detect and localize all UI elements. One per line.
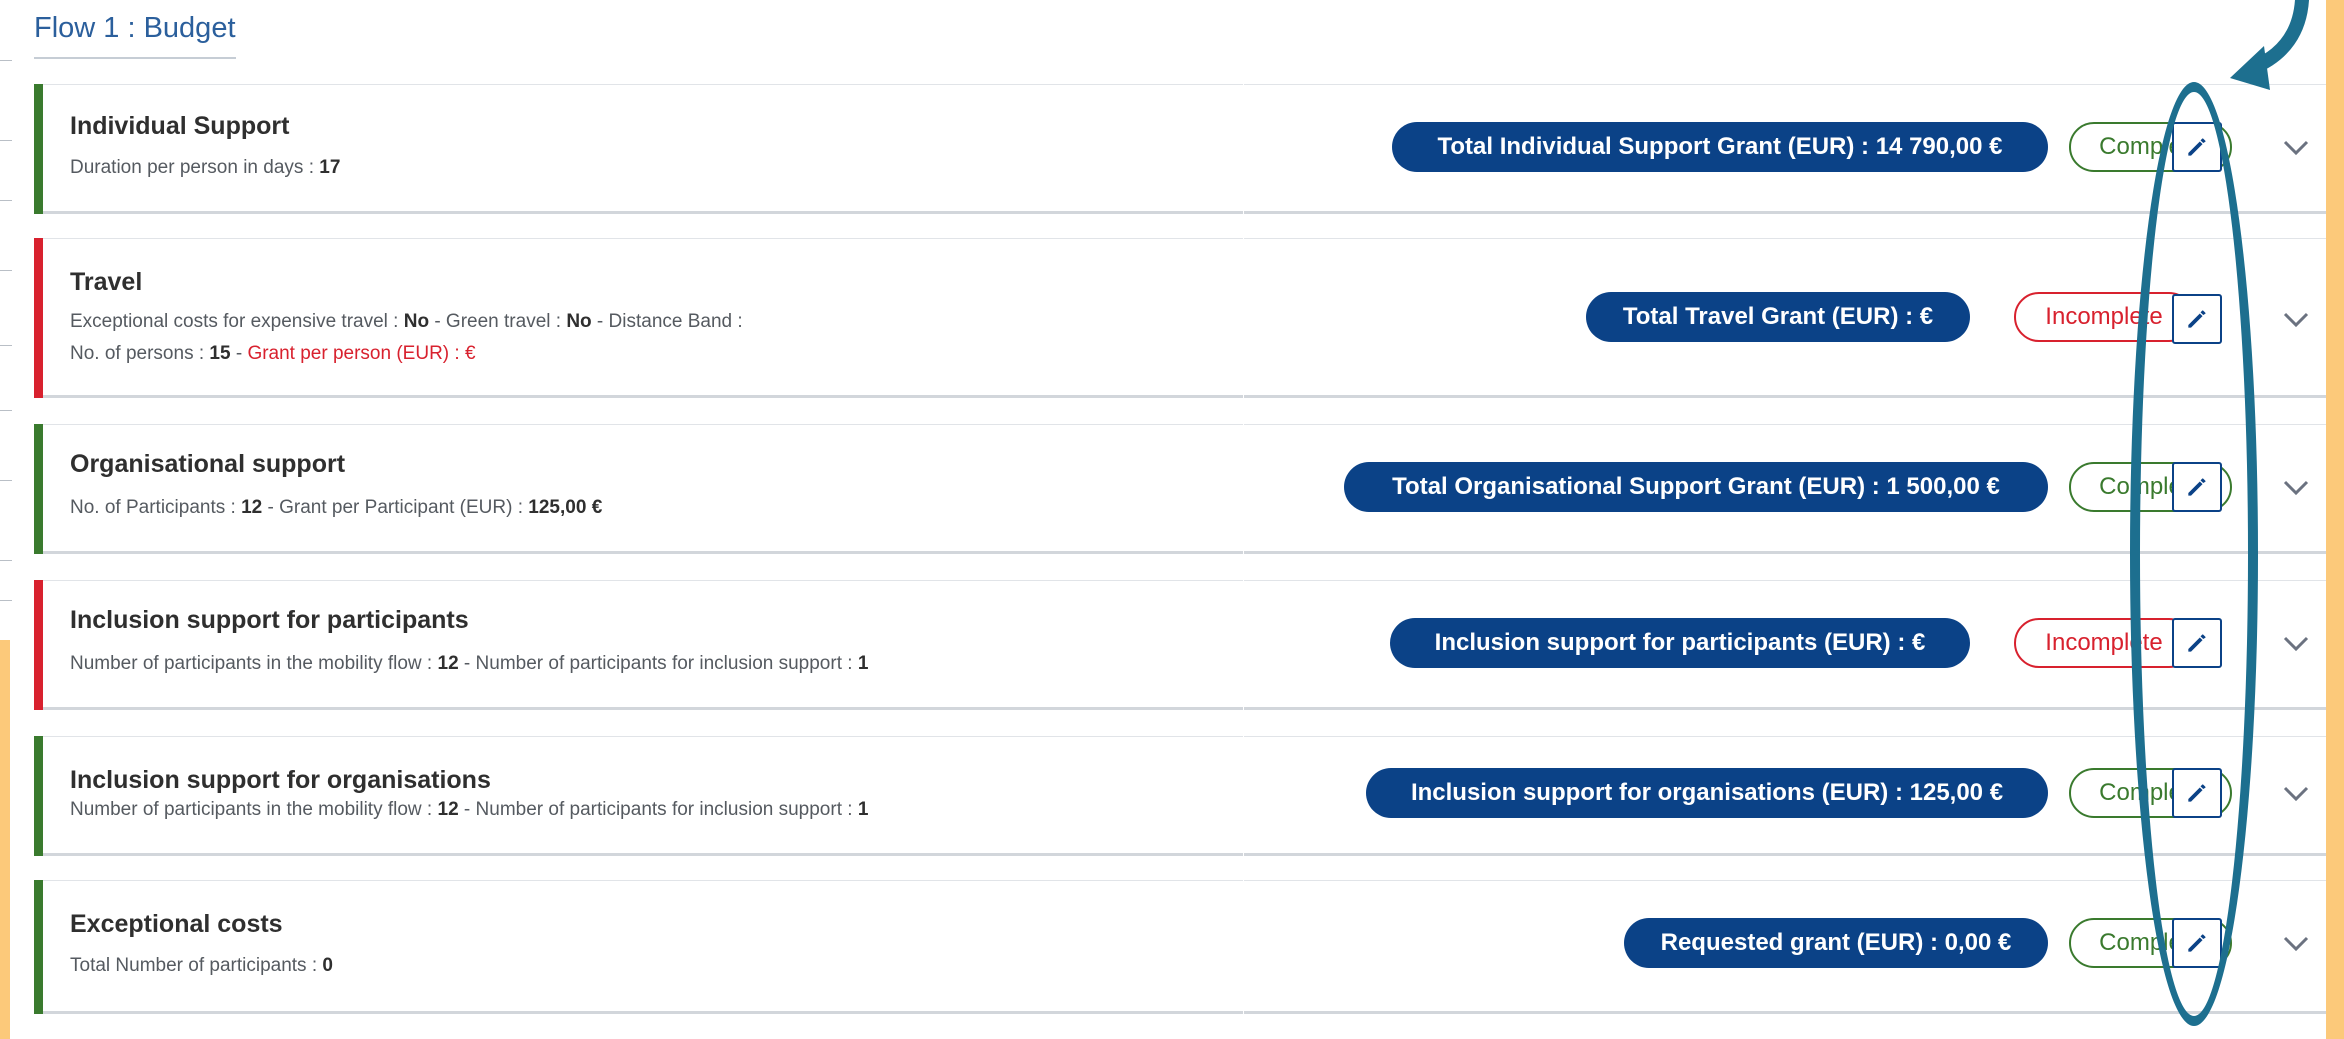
edit-button-individual-support[interactable]: [2172, 122, 2222, 172]
chevron-down-icon: [2283, 312, 2309, 328]
row-title: Travel: [70, 268, 143, 296]
detail-label: - Green travel :: [429, 311, 567, 332]
detail-value: 17: [319, 157, 341, 178]
detail-label: No. of persons :: [70, 343, 210, 364]
detail-label: Duration per person in days :: [70, 157, 320, 178]
status-bar: [34, 580, 43, 710]
detail-label: Number of participants in the mobility f…: [70, 653, 438, 674]
detail-value: 125,00 €: [528, 497, 603, 518]
expand-button-inclusion-organisations[interactable]: [2276, 774, 2316, 814]
edit-button-travel[interactable]: [2172, 294, 2222, 344]
expand-button-inclusion-participants[interactable]: [2276, 624, 2316, 664]
budget-row-inclusion-organisations: Inclusion support for organisations Numb…: [34, 736, 2326, 856]
flow-title[interactable]: Flow 1 : Budget: [34, 12, 236, 59]
row-title: Individual Support: [70, 112, 290, 140]
chevron-down-icon: [2283, 936, 2309, 952]
grant-total-pill: Total Individual Support Grant (EUR) : 1…: [1392, 122, 2048, 172]
pencil-icon: [2188, 784, 2206, 802]
row-detail: No. of Participants : 12 - Grant per Par…: [70, 492, 602, 524]
status-bar: [34, 238, 43, 398]
detail-label: - Number of participants for inclusion s…: [458, 799, 858, 820]
pencil-icon: [2188, 478, 2206, 496]
detail-label: - Number of participants for inclusion s…: [458, 653, 858, 674]
row-detail: Total Number of participants : 0: [70, 950, 333, 982]
pencil-icon: [2188, 310, 2206, 328]
row-detail: Number of participants in the mobility f…: [70, 794, 868, 826]
detail-value: 12: [437, 799, 459, 820]
status-bar: [34, 880, 43, 1014]
edit-button-inclusion-organisations[interactable]: [2172, 768, 2222, 818]
budget-row-individual-support: Individual Support Duration per person i…: [34, 84, 2326, 214]
detail-value: 12: [241, 497, 263, 518]
detail-value: 15: [209, 343, 231, 364]
status-badge: Incomplete: [2014, 292, 2194, 342]
curved-arrow-annotation: [2230, 0, 2309, 90]
row-info-panel: [43, 424, 1243, 554]
edit-button-inclusion-participants[interactable]: [2172, 618, 2222, 668]
pencil-icon: [2188, 934, 2206, 952]
expand-button-individual-support[interactable]: [2276, 128, 2316, 168]
edit-button-organisational-support[interactable]: [2172, 462, 2222, 512]
row-title: Exceptional costs: [70, 910, 283, 938]
budget-row-inclusion-participants: Inclusion support for participants Numbe…: [34, 580, 2326, 710]
pencil-icon: [2188, 138, 2206, 156]
status-bar: [34, 84, 43, 214]
grant-total-pill: Requested grant (EUR) : 0,00 €: [1624, 918, 2048, 968]
detail-value: 0: [322, 955, 333, 976]
expand-button-organisational-support[interactable]: [2276, 468, 2316, 508]
row-title: Organisational support: [70, 450, 346, 478]
row-detail: Number of participants in the mobility f…: [70, 648, 868, 680]
right-accent-panel: [2326, 0, 2344, 1039]
detail-value: 1: [857, 799, 869, 820]
detail-label: Exceptional costs for expensive travel :: [70, 311, 404, 332]
chevron-down-icon: [2283, 140, 2309, 156]
row-title: Inclusion support for participants: [70, 606, 469, 634]
detail-label: - Grant per Participant (EUR) :: [262, 497, 529, 518]
detail-warning: Grant per person (EUR) : €: [247, 343, 476, 364]
row-detail: Exceptional costs for expensive travel :…: [70, 306, 743, 338]
grant-total-pill: Inclusion support for organisations (EUR…: [1366, 768, 2048, 818]
row-title: Inclusion support for organisations: [70, 766, 491, 794]
pencil-icon: [2188, 634, 2206, 652]
detail-label: Number of participants in the mobility f…: [70, 799, 438, 820]
left-edge-ticks: [0, 0, 14, 640]
detail-value: No: [566, 311, 592, 332]
status-bar: [34, 736, 43, 856]
budget-row-exceptional-costs: Exceptional costs Total Number of partic…: [34, 880, 2326, 1014]
budget-row-travel: Travel Exceptional costs for expensive t…: [34, 238, 2326, 398]
left-accent-strip: [0, 640, 10, 1039]
status-bar: [34, 424, 43, 554]
detail-value: 12: [437, 653, 459, 674]
grant-total-pill: Inclusion support for participants (EUR)…: [1390, 618, 1970, 668]
grant-total-pill: Total Organisational Support Grant (EUR)…: [1344, 462, 2048, 512]
grant-total-pill: Total Travel Grant (EUR) : €: [1586, 292, 1970, 342]
detail-label: Total Number of participants :: [70, 955, 323, 976]
detail-value: 1: [857, 653, 869, 674]
detail-label: No. of Participants :: [70, 497, 242, 518]
row-detail-secondary: No. of persons : 15 - Grant per person (…: [70, 338, 476, 370]
detail-label: - Distance Band :: [591, 311, 743, 332]
detail-value: No: [403, 311, 430, 332]
status-badge: Incomplete: [2014, 618, 2194, 668]
row-info-panel: [43, 880, 1243, 1014]
chevron-down-icon: [2283, 636, 2309, 652]
expand-button-travel[interactable]: [2276, 300, 2316, 340]
row-info-panel: [43, 580, 1243, 710]
detail-separator: -: [230, 343, 248, 364]
edit-button-exceptional-costs[interactable]: [2172, 918, 2222, 968]
budget-row-organisational-support: Organisational support No. of Participan…: [34, 424, 2326, 554]
chevron-down-icon: [2283, 480, 2309, 496]
expand-button-exceptional-costs[interactable]: [2276, 924, 2316, 964]
row-detail: Duration per person in days : 17: [70, 152, 340, 184]
row-info-panel: [43, 84, 1243, 214]
chevron-down-icon: [2283, 786, 2309, 802]
